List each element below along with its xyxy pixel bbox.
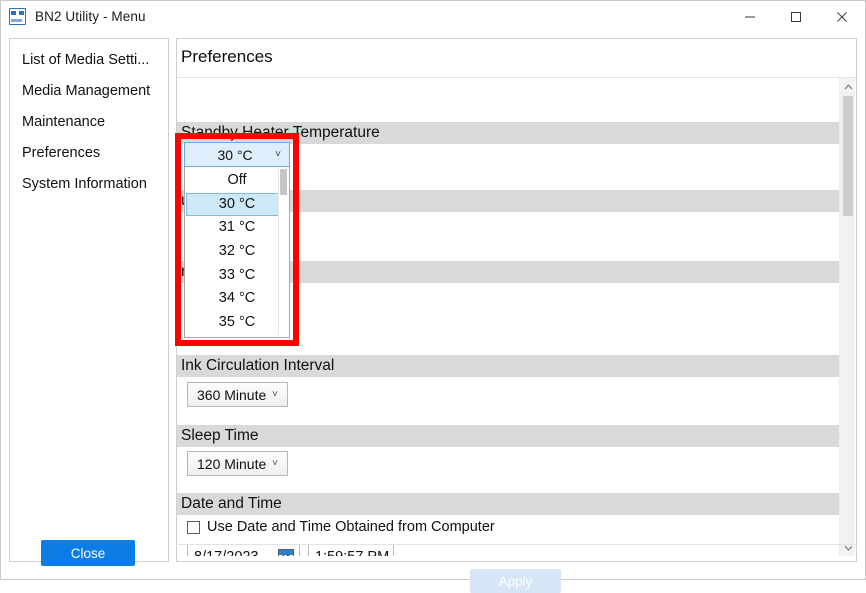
preferences-scrollbar[interactable] — [839, 78, 855, 556]
section-heading-sleep-time: Sleep Time — [177, 425, 839, 447]
maximize-icon — [791, 11, 801, 22]
dropdown-option-35c[interactable]: 35 °C — [186, 311, 288, 335]
dropdown-selected-value: 30 °C — [217, 146, 253, 163]
footer-divider — [176, 544, 857, 545]
dropdown-option-32c[interactable]: 32 °C — [186, 240, 288, 264]
use-computer-datetime-checkbox[interactable] — [187, 520, 200, 534]
window-body: List of Media Setti... Media Management … — [1, 32, 865, 593]
chevron-up-icon — [843, 83, 853, 89]
sidebar-item-maintenance[interactable]: Maintenance — [10, 107, 168, 138]
dropdown-option-off[interactable]: Off — [186, 169, 288, 193]
dropdown-selected-display[interactable]: 30 °C ˅ — [184, 142, 290, 167]
time-value: 1:59:57 PM — [309, 549, 389, 557]
chevron-down-icon: ˅ — [275, 148, 281, 160]
chevron-down-icon: ˅ — [272, 457, 278, 469]
minimize-button[interactable] — [727, 1, 773, 32]
dropdown-option-31c[interactable]: 31 °C — [186, 216, 288, 240]
dropdown-option-30c[interactable]: 30 °C — [186, 192, 288, 217]
app-icon — [9, 8, 26, 25]
dropdown-option-34c[interactable]: 34 °C — [186, 287, 288, 311]
close-window-button[interactable] — [819, 1, 865, 32]
window-controls — [727, 1, 865, 32]
sidebar-item-media-management[interactable]: Media Management — [10, 76, 168, 107]
dropdown-option-33c[interactable]: 33 °C — [186, 264, 288, 288]
window-title: BN2 Utility - Menu — [35, 9, 146, 24]
apply-button[interactable]: Apply — [470, 569, 561, 593]
time-input[interactable]: 1:59:57 PM — [308, 544, 394, 556]
sidebar-item-list-of-media-settings[interactable]: List of Media Setti... — [10, 45, 168, 76]
ink-circulation-interval-dropdown[interactable]: 360 Minute ˅ — [187, 382, 288, 407]
scrollbar-thumb[interactable] — [843, 96, 853, 216]
page-title: Preferences — [181, 47, 273, 66]
chevron-down-icon — [843, 545, 853, 551]
minimize-icon — [745, 16, 755, 17]
calendar-icon[interactable]: 15 — [278, 548, 294, 557]
ink-circulation-interval-value: 360 Minute — [197, 386, 267, 403]
maximize-button[interactable] — [773, 1, 819, 32]
app-window: BN2 Utility - Menu List of Media Setti..… — [0, 0, 866, 593]
sidebar-item-preferences[interactable]: Preferences — [10, 138, 168, 169]
section-heading-ink-circulation-interval: Ink Circulation Interval — [177, 355, 839, 377]
use-computer-datetime-label: Use Date and Time Obtained from Computer — [207, 519, 495, 535]
sidebar: List of Media Setti... Media Management … — [9, 38, 169, 566]
sidebar-item-system-information[interactable]: System Information — [10, 169, 168, 200]
chevron-down-icon: ˅ — [272, 388, 278, 400]
title-bar: BN2 Utility - Menu — [1, 1, 865, 32]
close-button[interactable]: Close — [41, 540, 135, 566]
dropdown-option-list: Off 30 °C 31 °C 32 °C 33 °C 34 °C 35 °C — [184, 167, 290, 338]
date-input[interactable]: 8/17/2023 15 — [187, 544, 300, 556]
use-computer-datetime-checkbox-row[interactable]: Use Date and Time Obtained from Computer — [187, 519, 495, 535]
dropdown-scrollbar-thumb[interactable] — [280, 169, 287, 195]
date-value: 8/17/2023 — [188, 549, 259, 557]
scroll-up-button[interactable] — [840, 78, 856, 95]
calendar-day: 15 — [279, 554, 293, 557]
sleep-time-dropdown[interactable]: 120 Minute ˅ — [187, 451, 288, 476]
close-icon — [837, 11, 847, 22]
sleep-time-value: 120 Minute — [197, 455, 267, 472]
scroll-down-button[interactable] — [840, 539, 856, 556]
section-heading-standby-heater-temperature: Standby Heater Temperature — [177, 122, 839, 144]
dropdown-scrollbar[interactable] — [278, 169, 288, 335]
section-heading-date-and-time: Date and Time — [177, 493, 839, 515]
standby-heater-temperature-dropdown[interactable]: 30 °C ˅ Off 30 °C 31 °C 32 °C 33 °C 34 °… — [184, 142, 290, 338]
